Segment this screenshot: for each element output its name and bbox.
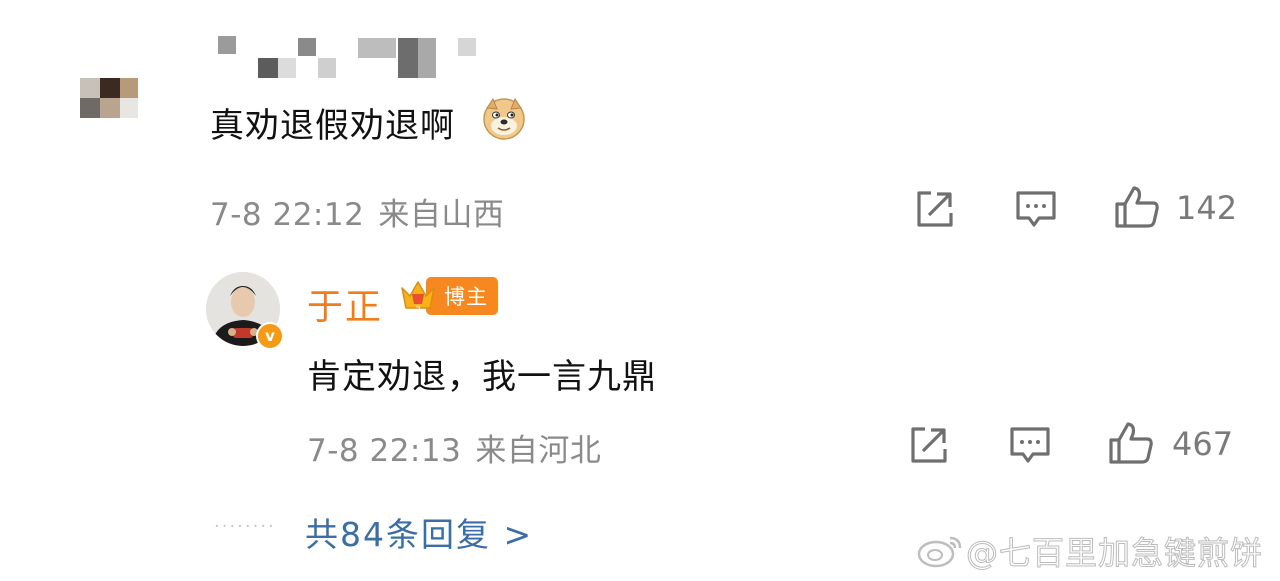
comment-meta: 7-8 22:12 来自山西 — [210, 189, 504, 234]
doge-emoji — [482, 96, 526, 140]
comment-text: 真劝退假劝退啊 — [210, 106, 455, 146]
commenter-avatar[interactable] — [80, 78, 138, 118]
reply-comment-button[interactable] — [1007, 422, 1053, 468]
reply-author-name[interactable]: 于正 — [307, 278, 383, 330]
like-icon — [1109, 422, 1153, 464]
reply-share-button[interactable] — [906, 422, 952, 468]
comment-like-count: 142 — [1176, 189, 1238, 227]
reply-like-count: 467 — [1172, 425, 1234, 463]
reply-meta: 7-8 22:13 来自河北 — [307, 425, 601, 470]
more-replies-link[interactable]: 共84条回复 > — [305, 508, 533, 556]
crown-icon: 7 — [401, 281, 435, 316]
comment-location: 来自山西 — [378, 197, 505, 233]
reply-date: 7-8 22:13 — [307, 433, 462, 469]
like-icon — [1115, 186, 1159, 228]
svg-text:7: 7 — [415, 306, 421, 316]
comment-date: 7-8 22:12 — [210, 197, 365, 233]
share-button[interactable] — [912, 186, 958, 232]
like-button[interactable] — [1114, 184, 1160, 230]
reply-location: 来自河北 — [475, 433, 602, 469]
author-badge: 7 博主 — [398, 276, 498, 316]
comment-reply-button[interactable] — [1013, 186, 1059, 232]
weibo-logo-icon — [916, 532, 964, 576]
share-icon — [917, 191, 953, 227]
share-icon — [911, 427, 947, 463]
divider-dots: ········ — [214, 516, 276, 537]
reply-like-button[interactable] — [1108, 420, 1154, 466]
watermark-text: @七百里加急键煎饼 — [965, 534, 1264, 573]
comment-icon — [1016, 191, 1056, 227]
comment-icon — [1010, 427, 1050, 463]
reply-text: 肯定劝退，我一言九鼎 — [307, 357, 657, 397]
verified-badge-icon: v — [256, 322, 284, 350]
commenter-username[interactable] — [218, 36, 480, 82]
